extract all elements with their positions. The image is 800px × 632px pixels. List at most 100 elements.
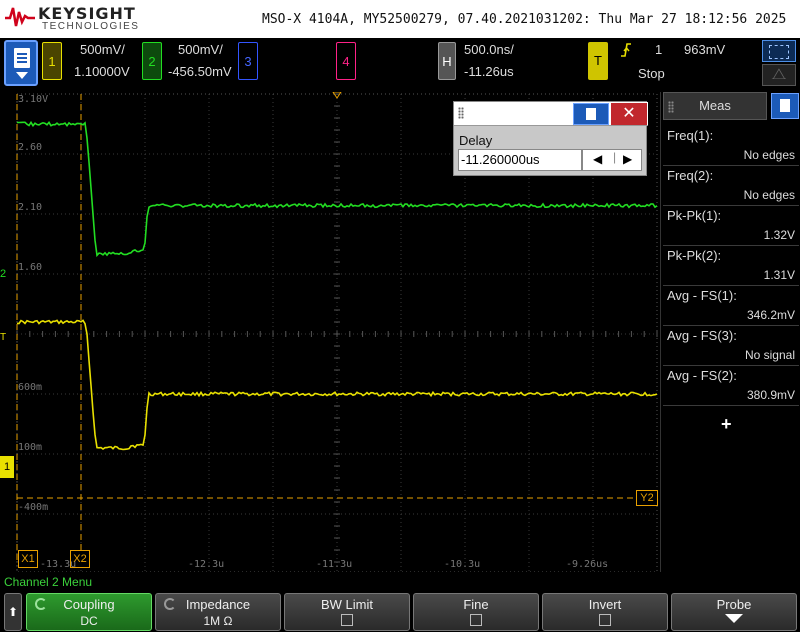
measurement-value: 380.9mV — [746, 388, 795, 402]
delay-value-field[interactable]: -11.260000us — [458, 149, 582, 171]
trigger-badge[interactable]: T — [588, 42, 608, 80]
delay-dialog: ✕ Delay -11.260000us ◀ | ▶ — [453, 101, 648, 176]
measurement-label: Avg - FS(1): — [667, 288, 737, 303]
channel-2-badge[interactable]: 2 — [142, 42, 162, 80]
decrement-arrow-icon[interactable]: ◀ — [593, 152, 602, 166]
checkbox-icon — [599, 614, 611, 626]
voltage-label: 3.10V — [18, 94, 49, 105]
voltage-label: 2.60 — [18, 142, 43, 153]
measurement-label: Pk-Pk(1): — [667, 208, 722, 223]
delay-label: Delay — [459, 133, 493, 148]
delay-stepper: ◀ | ▶ — [582, 149, 642, 171]
channel-1-ground-marker[interactable]: 1 — [0, 456, 14, 478]
voltage-label: -400m — [18, 502, 49, 513]
probe-softkey[interactable]: Probe — [671, 593, 797, 631]
time-label: -10.3u — [444, 559, 481, 570]
measurement-row[interactable]: Avg - FS(1): 346.2mV — [663, 286, 799, 326]
back-button[interactable]: ⬆ — [4, 593, 22, 631]
coupling-softkey[interactable]: Coupling DC — [26, 593, 152, 631]
channel-2-offset[interactable]: -456.50mV — [168, 64, 232, 79]
cursor-x1-tag[interactable]: X1 — [18, 550, 38, 568]
channel-4-badge[interactable]: 4 — [336, 42, 356, 80]
invert-softkey[interactable]: Invert — [542, 593, 668, 631]
voltage-label: 100m — [18, 442, 43, 453]
softkey-value: 1M Ω — [203, 614, 233, 628]
measurement-row[interactable]: Freq(1): No edges — [663, 126, 799, 166]
drag-handle-icon[interactable] — [668, 101, 674, 113]
measurement-value: No signal — [744, 348, 795, 362]
zoom-icon[interactable] — [762, 40, 796, 62]
measurement-label: Freq(1): — [667, 128, 714, 143]
measurement-value: 1.32V — [763, 228, 795, 242]
softkey-title: Probe — [716, 597, 752, 612]
timebase-delay[interactable]: -11.26us — [464, 64, 514, 79]
measurement-value: No edges — [743, 148, 795, 162]
channel-2-ground-marker[interactable]: 2 — [0, 268, 14, 284]
increment-arrow-icon[interactable]: ▶ — [623, 152, 632, 166]
softkey-value: DC — [80, 614, 98, 628]
checkbox-icon — [470, 614, 482, 626]
softkey-title: Invert — [588, 597, 622, 612]
softkey-title: Fine — [463, 597, 489, 612]
brand-subtitle: TECHNOLOGIES — [42, 21, 140, 32]
softkey-menu-title: Channel 2 Menu — [4, 575, 93, 589]
chevron-down-icon — [16, 72, 28, 79]
measurement-menu-button[interactable] — [771, 93, 799, 119]
measurement-row[interactable]: Freq(2): No edges — [663, 166, 799, 206]
delay-menu-button[interactable] — [573, 103, 609, 125]
delay-dialog-titlebar[interactable]: ✕ — [454, 102, 648, 126]
title-bar: KEYSIGHT TECHNOLOGIES MSO-X 4104A, MY525… — [0, 0, 800, 38]
time-label: -12.3u — [188, 559, 225, 570]
time-label: -9.26us — [566, 559, 609, 570]
trigger-level-marker[interactable]: T — [0, 332, 14, 346]
voltage-label: 2.10 — [18, 202, 43, 213]
softkey-title: Coupling — [63, 597, 115, 612]
rising-edge-icon — [621, 43, 631, 57]
keysight-logo: KEYSIGHT TECHNOLOGIES — [4, 2, 138, 34]
measurement-label: Pk-Pk(2): — [667, 248, 722, 263]
checkbox-icon — [341, 614, 353, 626]
measurement-value: No edges — [743, 188, 795, 202]
timebase-scale[interactable]: 500.0ns/ — [464, 42, 514, 57]
trigger-source[interactable]: 1 — [655, 42, 662, 57]
bw-limit-softkey[interactable]: BW Limit — [284, 593, 410, 631]
measurement-row[interactable]: Pk-Pk(1): 1.32V — [663, 206, 799, 246]
cursor-y2-tag[interactable]: Y2 — [636, 490, 658, 506]
measurement-panel-header[interactable]: Meas — [663, 92, 767, 120]
voltage-label: 1.60 — [18, 262, 43, 273]
instrument-info: MSO-X 4104A, MY52500279, 07.40.202103120… — [262, 12, 787, 27]
close-button[interactable]: ✕ — [611, 103, 647, 125]
submenu-arrow-icon — [725, 614, 743, 623]
measurement-value: 346.2mV — [746, 308, 795, 322]
channel-3-badge[interactable]: 3 — [238, 42, 258, 80]
trigger-level[interactable]: 963mV — [684, 42, 725, 57]
measure-cursor-icon[interactable]: ⧍ — [762, 64, 796, 86]
add-measurement-button[interactable]: + — [721, 414, 732, 435]
impedance-softkey[interactable]: Impedance 1M Ω — [155, 593, 281, 631]
measurement-row[interactable]: Avg - FS(3): No signal — [663, 326, 799, 366]
channel-1-offset[interactable]: 1.10000V — [74, 64, 130, 79]
keysight-wave-icon — [5, 7, 35, 27]
measurement-label: Avg - FS(2): — [667, 368, 737, 383]
measurement-row[interactable]: Pk-Pk(2): 1.31V — [663, 246, 799, 286]
measurement-title: Meas — [699, 98, 731, 113]
main-menu-button[interactable] — [4, 40, 38, 86]
channel-1-scale[interactable]: 500mV/ — [80, 42, 125, 57]
drag-handle-icon[interactable] — [458, 107, 464, 119]
measurement-label: Avg - FS(3): — [667, 328, 737, 343]
measurement-value: 1.31V — [763, 268, 795, 282]
time-label: -11.3u — [316, 559, 353, 570]
softkey-title: Impedance — [185, 597, 251, 612]
horizontal-badge[interactable]: H — [438, 42, 456, 80]
acquisition-status: Stop — [638, 66, 665, 81]
measurement-panel: Meas Freq(1): No edges Freq(2): No edges… — [660, 92, 800, 572]
softkey-title: BW Limit — [321, 597, 373, 612]
channel-2-scale[interactable]: 500mV/ — [178, 42, 223, 57]
time-label: -13.3u — [40, 559, 77, 570]
voltage-label: 600m — [18, 382, 43, 393]
measurement-row[interactable]: Avg - FS(2): 380.9mV — [663, 366, 799, 406]
fine-softkey[interactable]: Fine — [413, 593, 539, 631]
measurement-label: Freq(2): — [667, 168, 714, 183]
channel-1-badge[interactable]: 1 — [42, 42, 62, 80]
document-icon — [14, 48, 30, 68]
